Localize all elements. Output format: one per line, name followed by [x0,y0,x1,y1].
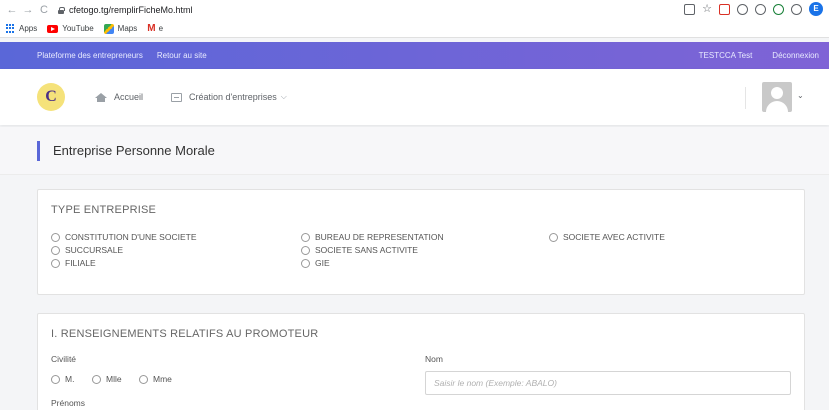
folder-icon [171,92,183,102]
logout-link[interactable]: Déconnexion [772,51,819,60]
section-title: TYPE ENTREPRISE [51,204,157,216]
bookmark-maps[interactable]: Maps [103,23,138,34]
gmail-icon: M [147,23,156,34]
user-avatar[interactable] [762,82,792,112]
radio-label: BUREAU DE REPRESENTATION [315,232,444,242]
radio-label: Mme [153,374,172,384]
site-topbar: Plateforme des entrepreneurs Retour au s… [0,42,829,69]
extension-icon[interactable] [719,3,730,15]
platform-link[interactable]: Plateforme des entrepreneurs [37,51,143,60]
forward-arrow-icon[interactable]: → [20,4,36,16]
radio-circle[interactable] [549,232,558,242]
page-title-bar: Entreprise Personne Morale [0,127,829,175]
radio-circle[interactable] [301,258,310,268]
radio-circle[interactable] [92,374,101,384]
apps-grid-icon [6,24,15,33]
radio-label: M. [65,374,75,384]
home-icon [95,92,107,102]
civilite-label: Civilité [51,354,77,364]
nom-input[interactable] [425,371,791,395]
radio-label: GIE [315,258,330,268]
bookmark-gmail[interactable]: M e [147,23,163,34]
extension-icon[interactable] [737,3,748,15]
radio-circle[interactable] [301,232,310,242]
bookmark-label: Apps [19,24,38,33]
extension-icon[interactable] [755,3,766,15]
radio-circle[interactable] [51,374,60,384]
radio-circle[interactable] [301,245,310,255]
extension-icon[interactable] [791,3,802,15]
reload-icon[interactable]: C [36,4,52,16]
title-accent-bar [37,140,40,161]
address-bar[interactable]: cfetogo.tg/remplirFicheMo.html [58,5,193,15]
nav-home[interactable]: Accueil [95,92,143,102]
radio-societe-sans-activite[interactable]: SOCIETE SANS ACTIVITE [301,245,418,255]
browser-toolbar: ← → C cfetogo.tg/remplirFicheMo.html ☆ E [0,0,829,20]
radio-societe-avec-activite[interactable]: SOCIETE AVEC ACTIVITE [549,232,665,242]
header-divider [745,87,746,109]
nom-label: Nom [425,354,443,364]
radio-label: Mlle [106,374,122,384]
radio-label: SOCIETE SANS ACTIVITE [315,245,418,255]
browser-actions: ☆ E [684,2,823,16]
extension-icon[interactable] [773,3,784,15]
youtube-icon [47,24,59,33]
profile-avatar[interactable]: E [809,2,823,16]
nav-creation-label: Création d'entreprises [189,92,277,102]
bookmarks-bar: Apps YouTube Maps M e [0,20,829,38]
radio-succursale[interactable]: SUCCURSALE [51,245,123,255]
radio-constitution[interactable]: CONSTITUTION D'UNE SOCIETE [51,232,197,242]
maps-icon [103,23,114,34]
site-logo[interactable]: C [37,83,65,111]
chevron-down-icon[interactable]: ⌄ [797,91,804,100]
bookmark-apps[interactable]: Apps [6,24,37,33]
topbar-user-area: TESTCCA Test Déconnexion [699,51,819,60]
section-title: I. RENSEIGNEMENTS RELATIFS AU PROMOTEUR [51,328,319,340]
promoteur-card: I. RENSEIGNEMENTS RELATIFS AU PROMOTEUR … [37,313,805,410]
radio-civilite-mlle[interactable]: Mlle [92,374,122,384]
translate-icon[interactable] [684,3,696,15]
chevron-down-icon: ⌵ [280,92,287,101]
lock-icon [58,6,65,14]
radio-label: SUCCURSALE [65,245,124,255]
prenoms-label: Prénoms [51,398,86,408]
bookmark-label: e [158,24,164,33]
radio-label: SOCIETE AVEC ACTIVITE [563,232,665,242]
radio-civilite-mme[interactable]: Mme [139,374,172,384]
radio-civilite-m[interactable]: M. [51,374,74,384]
back-arrow-icon[interactable]: ← [4,4,20,16]
bookmark-youtube[interactable]: YouTube [47,24,94,33]
type-entreprise-card: TYPE ENTREPRISE CONSTITUTION D'UNE SOCIE… [37,189,805,295]
radio-bureau-representation[interactable]: BUREAU DE REPRESENTATION [301,232,444,242]
nav-home-label: Accueil [114,92,144,102]
bookmark-label: Maps [117,24,138,33]
radio-circle[interactable] [51,232,60,242]
radio-filiale[interactable]: FILIALE [51,258,96,268]
radio-circle[interactable] [139,374,148,384]
radio-label: CONSTITUTION D'UNE SOCIETE [65,232,197,242]
radio-label: FILIALE [65,258,96,268]
nav-creation-dropdown[interactable]: Création d'entreprises ⌵ [171,92,287,102]
bookmark-star-icon[interactable]: ☆ [702,3,712,15]
main-header: C Accueil Création d'entreprises ⌵ ⌄ [0,69,829,125]
user-name-link[interactable]: TESTCCA Test [699,51,753,60]
radio-circle[interactable] [51,258,60,268]
radio-circle[interactable] [51,245,60,255]
bookmark-label: YouTube [62,24,94,33]
back-to-site-link[interactable]: Retour au site [157,51,207,60]
url-text: cfetogo.tg/remplirFicheMo.html [69,5,193,15]
page-title: Entreprise Personne Morale [53,143,215,158]
radio-gie[interactable]: GIE [301,258,330,268]
